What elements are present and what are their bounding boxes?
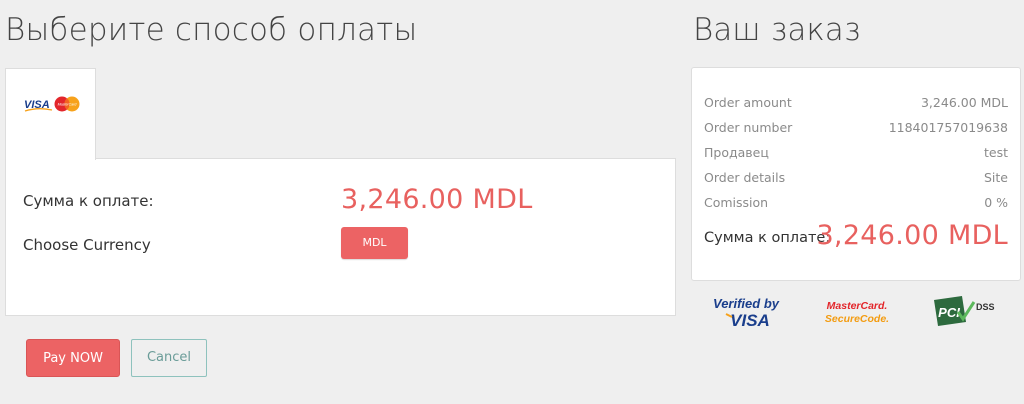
dss-text: DSS: [976, 302, 995, 312]
amount-label: Сумма к оплате:: [23, 192, 154, 210]
mastercard-logo-text: MasterCard: [58, 103, 78, 107]
order-row-value: 3,246.00 MDL: [920, 95, 1008, 110]
order-row-value: test: [983, 145, 1008, 160]
order-total-label: Сумма к оплате:: [704, 230, 831, 246]
order-row-details: Order details Site: [704, 170, 1008, 190]
order-summary-panel: Order amount 3,246.00 MDL Order number 1…: [691, 67, 1021, 281]
verified-visa-text: VISA: [730, 311, 770, 330]
securecode-text: SecureCode.: [825, 313, 889, 325]
order-title: Ваш заказ: [693, 12, 861, 48]
visa-mastercard-icon: VISA MasterCard: [24, 96, 80, 112]
order-row-label: Order details: [704, 170, 786, 185]
order-row-label: Order number: [704, 120, 793, 135]
order-row-seller: Продавец test: [704, 145, 1008, 165]
order-row-value: 118401757019638: [888, 120, 1008, 135]
order-row-label: Order amount: [704, 95, 792, 110]
order-row-commission: Comission 0 %: [704, 195, 1008, 215]
pci-dss-icon: PCI DSS: [934, 296, 995, 326]
order-row-label: Продавец: [704, 145, 769, 160]
page-title: Выберите способ оплаты: [5, 12, 418, 48]
payment-panel: Сумма к оплате: 3,246.00 MDL Choose Curr…: [5, 158, 676, 316]
verified-by-visa-icon: Verified by VISA: [713, 296, 780, 330]
order-row-value: 0 %: [984, 195, 1008, 210]
mastercard-securecode-icon: MasterCard. SecureCode.: [825, 300, 889, 325]
currency-mdl-button[interactable]: MDL: [341, 227, 408, 259]
order-row-number: Order number 118401757019638: [704, 120, 1008, 140]
cancel-button[interactable]: Cancel: [131, 339, 207, 377]
pci-text: PCI: [938, 305, 960, 320]
currency-label: Choose Currency: [23, 236, 151, 254]
mastercard-text: MasterCard.: [827, 300, 888, 312]
order-row-label: Comission: [704, 195, 769, 210]
order-row-value: Site: [984, 170, 1008, 185]
order-row-amount: Order amount 3,246.00 MDL: [704, 95, 1008, 115]
order-total-value: 3,246.00 MDL: [816, 220, 1008, 251]
verified-by-text: Verified by: [713, 296, 780, 311]
tab-visa-mastercard[interactable]: VISA MasterCard: [5, 68, 96, 160]
pay-now-button[interactable]: Pay NOW: [26, 339, 120, 377]
amount-value: 3,246.00 MDL: [341, 184, 533, 215]
